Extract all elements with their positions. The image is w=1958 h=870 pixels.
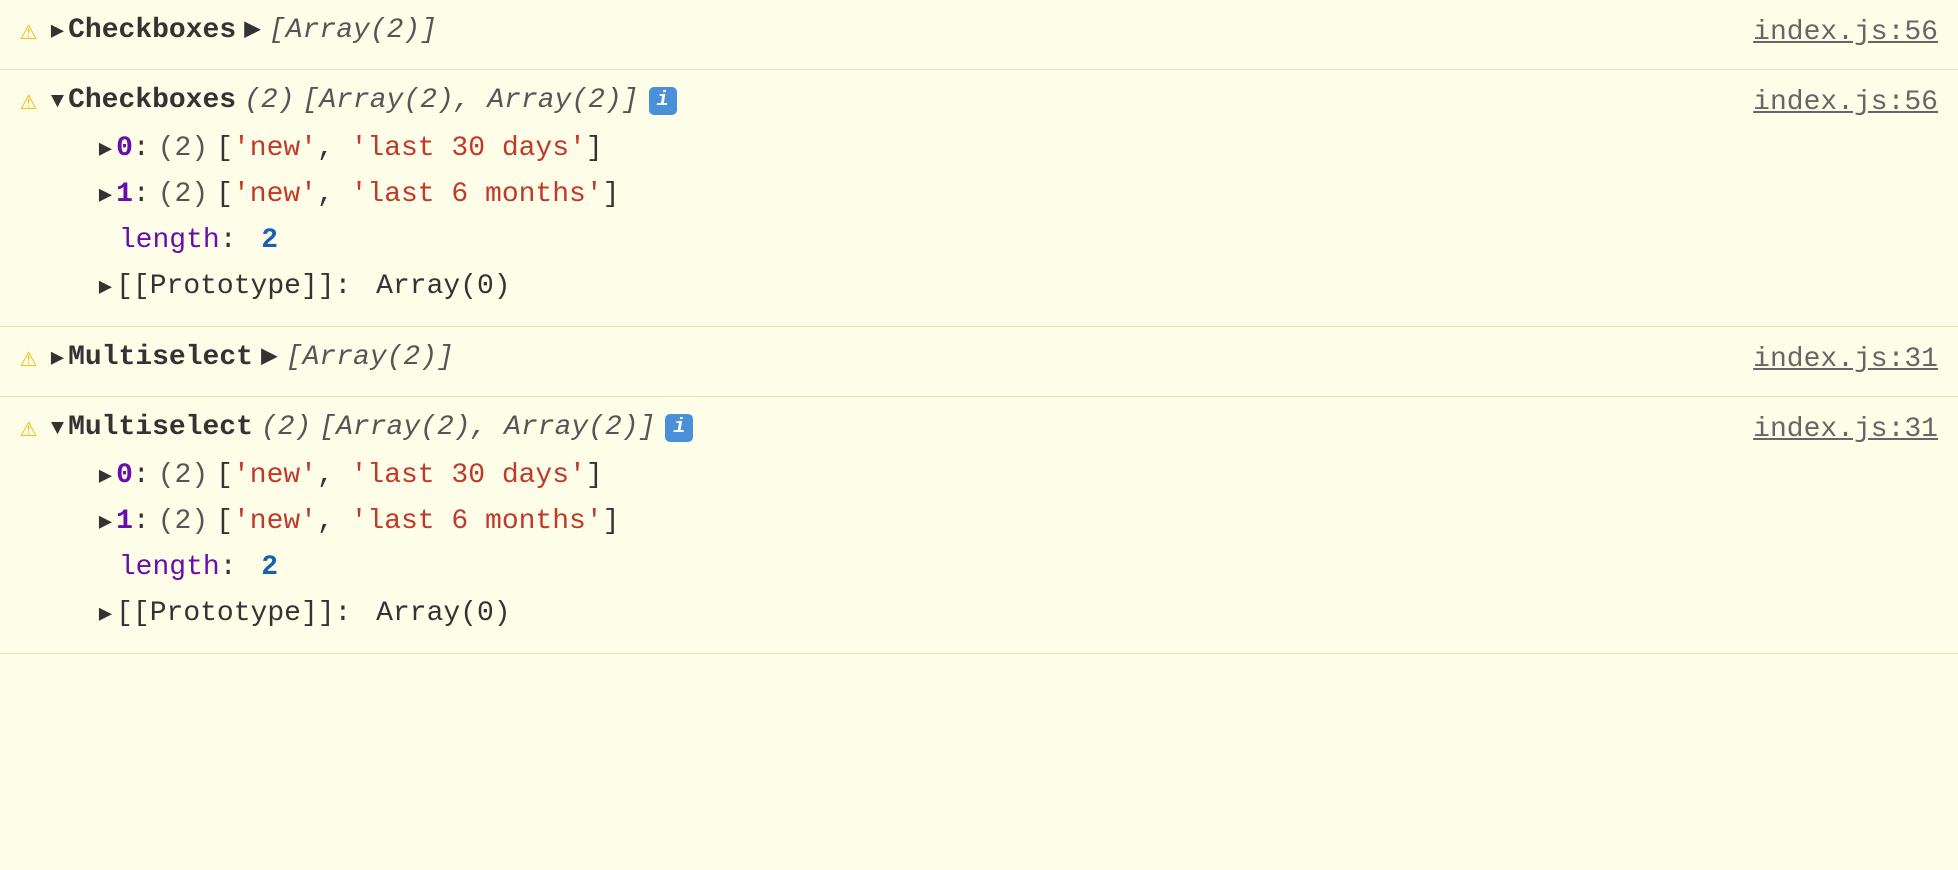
array-size-4-1: (2): [158, 501, 208, 543]
row1-label[interactable]: Checkboxes: [68, 10, 236, 52]
info-badge-2[interactable]: i: [649, 87, 677, 115]
array-size-4-0: (2): [158, 455, 208, 497]
val-4-0-0: 'new': [233, 455, 317, 497]
row1-arrow-sep: ▶: [244, 10, 261, 52]
length-label-2: length: [119, 220, 220, 262]
index-label-2-0: 0: [116, 128, 133, 170]
console-row-2: ⚠ ▼ Checkboxes (2) [Array(2), Array(2)] …: [0, 70, 1958, 327]
console-row-3: ⚠ ▶ Multiselect ▶ [Array(2)] index.js:31: [0, 327, 1958, 397]
content-area-3: ▶ Multiselect ▶ [Array(2)]: [51, 337, 1713, 379]
colon-4-0: :: [133, 455, 150, 497]
prototype-label-2: [[Prototype]]: [116, 266, 334, 308]
toggle-arrow-3[interactable]: ▶: [51, 342, 64, 375]
sub-row-4-0: ▶ 0 : (2) [ 'new' , 'last 30 days' ]: [99, 453, 1713, 499]
index-label-4-1: 1: [116, 501, 133, 543]
warning-icon-3: ⚠: [20, 339, 37, 381]
row4-preview: [Array(2), Array(2)]: [319, 407, 655, 449]
sub-toggle-2-0[interactable]: ▶: [99, 133, 112, 166]
val-2-0-1: 'last 30 days': [351, 128, 586, 170]
prototype-value-2: Array(0): [376, 266, 510, 308]
prototype-toggle-2[interactable]: ▶: [99, 271, 112, 304]
row3-file-link[interactable]: index.js:31: [1713, 339, 1938, 381]
row4-file-link[interactable]: index.js:31: [1713, 409, 1938, 451]
row1-preview: [Array(2)]: [269, 10, 437, 52]
colon-2-0: :: [133, 128, 150, 170]
index-label-4-0: 0: [116, 455, 133, 497]
warning-icon-1: ⚠: [20, 12, 37, 54]
sub-row-2-1: ▶ 1 : (2) [ 'new' , 'last 6 months' ]: [99, 172, 1713, 218]
row1-file-link[interactable]: index.js:56: [1713, 12, 1938, 54]
sub-row-4-1: ▶ 1 : (2) [ 'new' , 'last 6 months' ]: [99, 499, 1713, 545]
content-area-4: ▼ Multiselect (2) [Array(2), Array(2)] i…: [51, 407, 1713, 637]
colon-2-1: :: [133, 174, 150, 216]
prototype-toggle-4[interactable]: ▶: [99, 598, 112, 631]
length-value-4: 2: [261, 547, 278, 589]
colon-4-1: :: [133, 501, 150, 543]
toggle-arrow-2[interactable]: ▼: [51, 85, 64, 118]
sub-toggle-2-1[interactable]: ▶: [99, 179, 112, 212]
prototype-label-4: [[Prototype]]: [116, 593, 334, 635]
console-panel: ⚠ ▶ Checkboxes ▶ [Array(2)] index.js:56 …: [0, 0, 1958, 654]
array-size-2-0: (2): [158, 128, 208, 170]
array-size-2-1: (2): [158, 174, 208, 216]
row2-file-link[interactable]: index.js:56: [1713, 82, 1938, 124]
row3-label[interactable]: Multiselect: [68, 337, 253, 379]
sub-toggle-4-1[interactable]: ▶: [99, 506, 112, 539]
row4-label[interactable]: Multiselect: [68, 407, 253, 449]
row2-label[interactable]: Checkboxes: [68, 80, 236, 122]
length-value-2: 2: [261, 220, 278, 262]
length-row-2: length : 2: [99, 218, 1713, 264]
val-2-1-1: 'last 6 months': [351, 174, 603, 216]
val-2-1-0: 'new': [233, 174, 317, 216]
row3-arrow-sep: ▶: [261, 337, 278, 379]
length-row-4: length : 2: [99, 545, 1713, 591]
info-badge-4[interactable]: i: [665, 414, 693, 442]
val-4-0-1: 'last 30 days': [351, 455, 586, 497]
val-4-1-1: 'last 6 months': [351, 501, 603, 543]
toggle-arrow-1[interactable]: ▶: [51, 15, 64, 48]
row4-count: (2): [261, 407, 311, 449]
val-2-0-0: 'new': [233, 128, 317, 170]
index-label-2-1: 1: [116, 174, 133, 216]
val-4-1-0: 'new': [233, 501, 317, 543]
sub-toggle-4-0[interactable]: ▶: [99, 460, 112, 493]
warning-icon-2: ⚠: [20, 82, 37, 124]
row2-preview: [Array(2), Array(2)]: [303, 80, 639, 122]
expanded-content-4: ▶ 0 : (2) [ 'new' , 'last 30 days' ] ▶ 1: [99, 453, 1713, 637]
sub-row-2-0: ▶ 0 : (2) [ 'new' , 'last 30 days' ]: [99, 126, 1713, 172]
warning-icon-4: ⚠: [20, 409, 37, 451]
length-label-4: length: [119, 547, 220, 589]
row3-preview: [Array(2)]: [286, 337, 454, 379]
toggle-arrow-4[interactable]: ▼: [51, 412, 64, 445]
console-row-4: ⚠ ▼ Multiselect (2) [Array(2), Array(2)]…: [0, 397, 1958, 654]
console-row-1: ⚠ ▶ Checkboxes ▶ [Array(2)] index.js:56: [0, 0, 1958, 70]
row2-count: (2): [244, 80, 294, 122]
prototype-row-2: ▶ [[Prototype]] : Array(0): [99, 264, 1713, 310]
content-area-2: ▼ Checkboxes (2) [Array(2), Array(2)] i …: [51, 80, 1713, 310]
prototype-row-4: ▶ [[Prototype]] : Array(0): [99, 591, 1713, 637]
expanded-content-2: ▶ 0 : (2) [ 'new' , 'last 30 days' ] ▶ 1: [99, 126, 1713, 310]
prototype-value-4: Array(0): [376, 593, 510, 635]
content-area-1: ▶ Checkboxes ▶ [Array(2)]: [51, 10, 1713, 52]
